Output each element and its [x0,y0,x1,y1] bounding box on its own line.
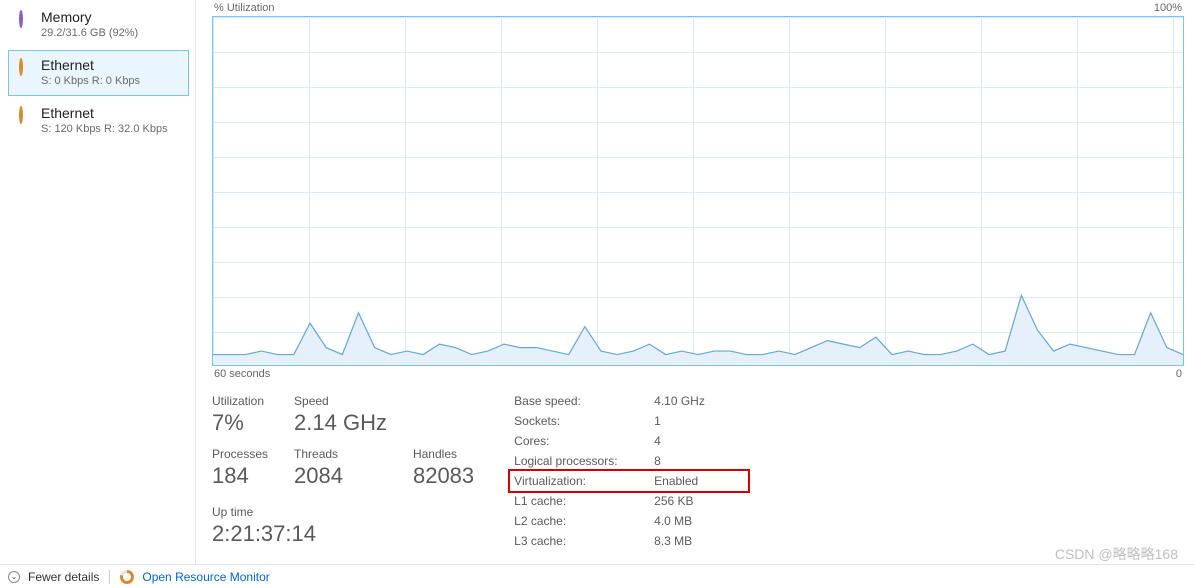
stats-right: Base speed: 4.10 GHz Sockets: 1 Cores: 4 Logic… [514,394,744,548]
resource-monitor-icon[interactable] [120,570,134,584]
handles-label: Handles [413,447,474,461]
detail-label: Cores: [514,434,644,448]
detail-label: Base speed: [514,394,644,408]
handles-value: 82083 [413,463,474,489]
detail-label: Sockets: [514,414,644,428]
sidebar-item-sub: S: 0 Kbps R: 0 Kbps [41,75,140,87]
stats-area: Utilization 7% Speed 2.14 GHz Processes … [212,394,1184,548]
ethernet-icon [19,108,33,122]
detail-label: L1 cache: [514,494,644,508]
sidebar: Memory 29.2/31.6 GB (92%) Ethernet S: 0 … [0,0,196,588]
separator [109,570,110,584]
chart-y-label: % Utilization [214,2,275,14]
detail-label: L2 cache: [514,514,644,528]
utilization-value: 7% [212,410,268,436]
detail-value: 4.0 MB [654,514,744,528]
detail-value: 4 [654,434,744,448]
sidebar-item-sub: 29.2/31.6 GB (92%) [41,27,138,39]
open-resource-monitor-link[interactable]: Open Resource Monitor [142,570,269,584]
detail-value: Enabled [654,474,744,488]
sidebar-item-title: Ethernet [41,105,168,121]
detail-value: 4.10 GHz [654,394,744,408]
chevron-down-icon[interactable]: ⌄ [8,571,20,583]
uptime-label: Up time [212,505,474,519]
processes-label: Processes [212,447,268,461]
memory-icon [19,12,33,26]
chart-y-max: 100% [1154,2,1182,14]
detail-value: 1 [654,414,744,428]
detail-label: Virtualization: [514,474,644,488]
utilization-label: Utilization [212,394,268,408]
utilization-chart [212,16,1184,366]
uptime-value: 2:21:37:14 [212,521,474,547]
speed-value: 2.14 GHz [294,410,387,436]
fewer-details-link[interactable]: Fewer details [28,570,99,584]
speed-label: Speed [294,394,387,408]
stats-left: Utilization 7% Speed 2.14 GHz Processes … [212,394,474,548]
detail-label: L3 cache: [514,534,644,548]
bottom-bar: ⌄ Fewer details Open Resource Monitor [0,564,1194,588]
detail-value: 8 [654,454,744,468]
sidebar-item-title: Ethernet [41,57,140,73]
detail-label: Logical processors: [514,454,644,468]
processes-value: 184 [212,463,268,489]
sidebar-item-ethernet-0[interactable]: Ethernet S: 0 Kbps R: 0 Kbps [8,50,189,96]
sidebar-item-memory[interactable]: Memory 29.2/31.6 GB (92%) [8,2,189,48]
detail-value: 256 KB [654,494,744,508]
sidebar-item-ethernet-1[interactable]: Ethernet S: 120 Kbps R: 32.0 Kbps [8,98,189,144]
threads-value: 2084 [294,463,387,489]
sidebar-item-sub: S: 120 Kbps R: 32.0 Kbps [41,123,168,135]
chart-x-left: 60 seconds [214,368,270,380]
performance-panel: % Utilization 100% 60 seconds 0 Utilizat… [196,0,1194,588]
threads-label: Threads [294,447,387,461]
detail-value: 8.3 MB [654,534,744,548]
ethernet-icon [19,60,33,74]
chart-x-right: 0 [1176,368,1182,380]
sidebar-item-title: Memory [41,9,138,25]
